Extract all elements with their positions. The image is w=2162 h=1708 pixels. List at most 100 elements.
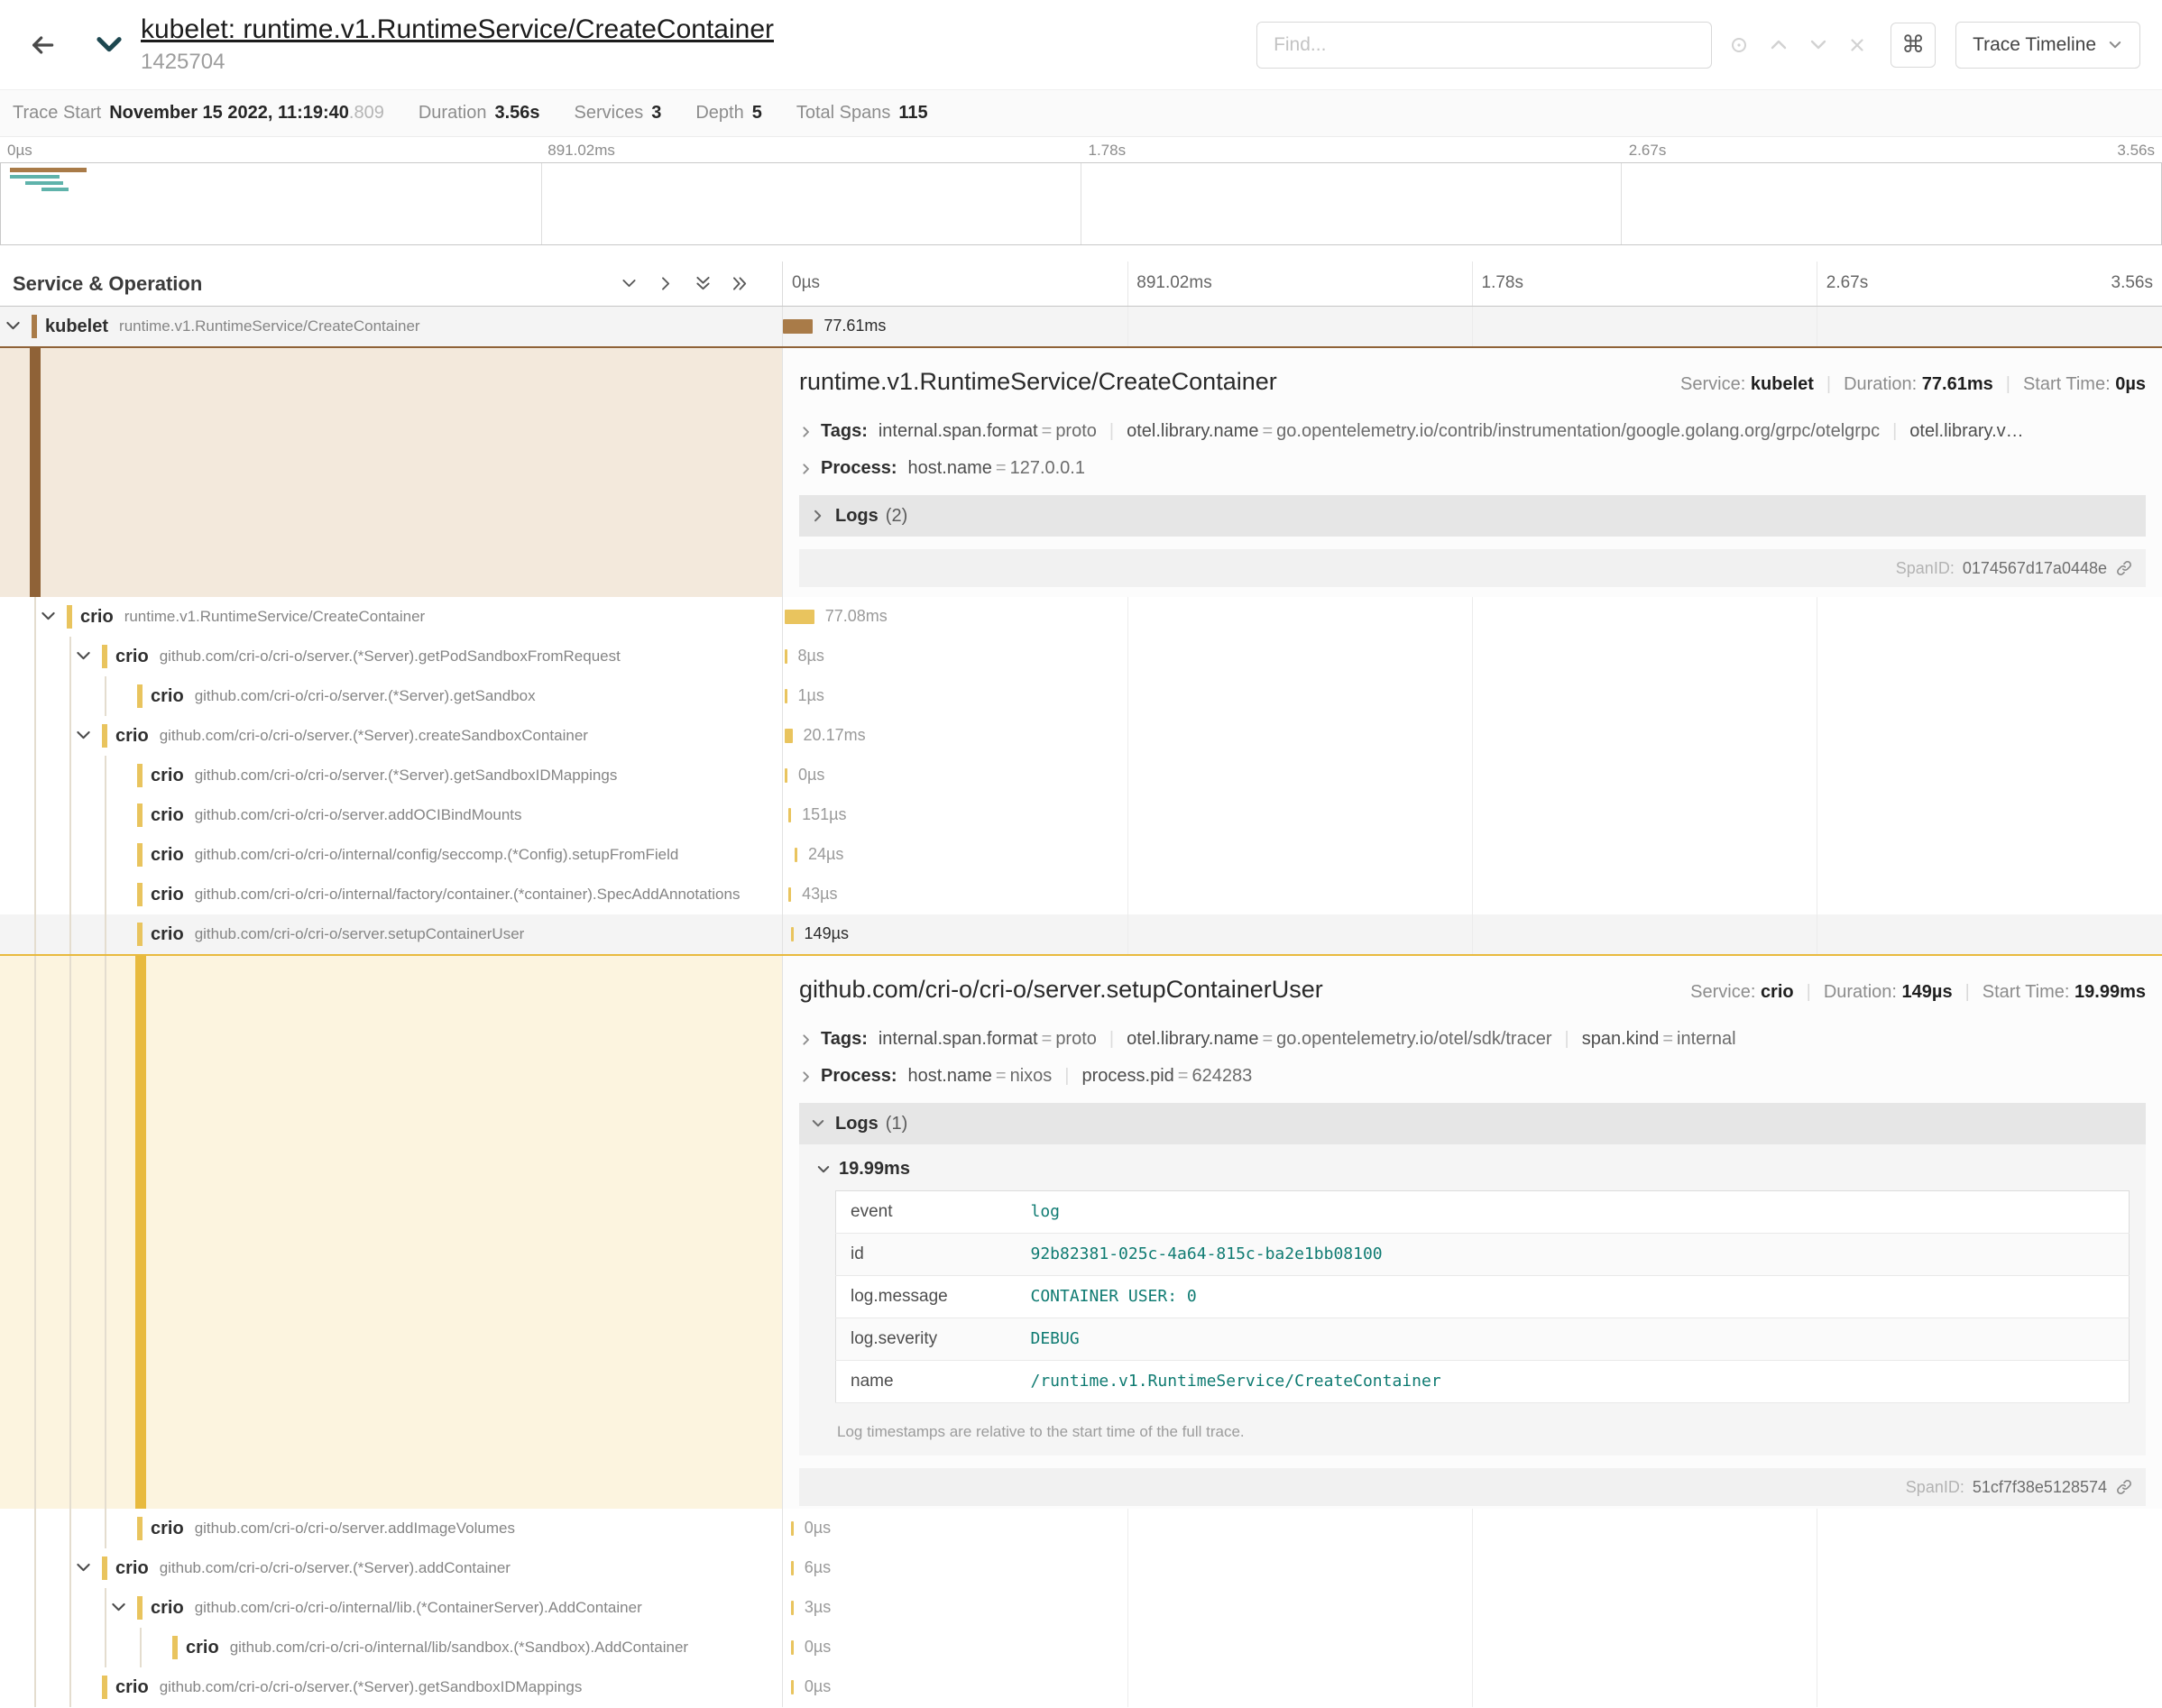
span-name-cell[interactable]: crio github.com/cri-o/cri-o/internal/lib… (0, 1588, 783, 1628)
find-navigation (1728, 34, 1867, 56)
span-timeline-cell[interactable]: 3µs (783, 1588, 2162, 1628)
process-accordion[interactable]: Process:host.name=127.0.0.1 (799, 458, 2146, 479)
span-name-cell[interactable]: crio github.com/cri-o/cri-o/internal/lib… (0, 1628, 783, 1667)
span-bar[interactable] (791, 1561, 794, 1575)
process-accordion[interactable]: Process:host.name=nixos|process.pid=6242… (799, 1066, 2146, 1087)
operation-name: github.com/cri-o/cri-o/server.(*Server).… (195, 687, 536, 705)
span-duration-label: 0µs (805, 1519, 831, 1538)
span-bar[interactable] (785, 689, 787, 703)
span-timeline-cell[interactable]: 20.17ms (783, 716, 2162, 756)
span-row[interactable]: crio github.com/cri-o/cri-o/internal/lib… (0, 1628, 2162, 1667)
span-name-cell[interactable]: crio github.com/cri-o/cri-o/server.(*Ser… (0, 1548, 783, 1588)
span-bar[interactable] (791, 927, 794, 941)
expand-all-icon[interactable] (731, 274, 750, 293)
span-timeline-cell[interactable]: 77.08ms (783, 597, 2162, 637)
span-bar[interactable] (788, 808, 791, 822)
span-bar[interactable] (785, 729, 793, 743)
span-row[interactable]: crio github.com/cri-o/cri-o/server.addIm… (0, 1509, 2162, 1548)
keyboard-shortcuts-button[interactable]: ⌘ (1891, 23, 1936, 68)
copy-link-icon[interactable] (2115, 559, 2133, 577)
span-bar[interactable] (788, 887, 791, 902)
trace-header-collapse-button[interactable] (88, 24, 130, 66)
span-bar[interactable] (783, 319, 813, 334)
service-name: crio (151, 885, 184, 905)
span-timeline-cell[interactable]: 0µs (783, 756, 2162, 795)
collapse-all-icon[interactable] (694, 274, 713, 293)
trace-title[interactable]: kubelet: runtime.v1.RuntimeService/Creat… (141, 14, 774, 46)
span-name-cell[interactable]: crio github.com/cri-o/cri-o/server.(*Ser… (0, 716, 783, 756)
span-timeline-cell[interactable]: 0µs (783, 1628, 2162, 1667)
span-row[interactable]: crio github.com/cri-o/cri-o/internal/con… (0, 835, 2162, 875)
span-bar[interactable] (795, 848, 797, 862)
span-name-cell[interactable]: crio github.com/cri-o/cri-o/server.setup… (0, 914, 783, 954)
copy-link-icon[interactable] (2115, 1478, 2133, 1496)
span-row[interactable]: crio runtime.v1.RuntimeService/CreateCon… (0, 597, 2162, 637)
span-timeline-cell[interactable]: 6µs (783, 1548, 2162, 1588)
span-timeline-cell[interactable]: 77.61ms (783, 307, 2162, 346)
span-row[interactable]: kubelet runtime.v1.RuntimeService/Create… (0, 307, 2162, 346)
tags-accordion[interactable]: Tags:internal.span.format=proto|otel.lib… (799, 421, 2146, 442)
operation-name: github.com/cri-o/cri-o/server.(*Server).… (160, 647, 621, 666)
tags-accordion[interactable]: Tags:internal.span.format=proto|otel.lib… (799, 1029, 2146, 1050)
span-bar[interactable] (785, 649, 787, 664)
service-color-chip (172, 1636, 178, 1659)
span-name-cell[interactable]: crio github.com/cri-o/cri-o/server.addIm… (0, 1509, 783, 1548)
span-timeline-cell[interactable]: 8µs (783, 637, 2162, 676)
prev-match-icon[interactable] (1768, 34, 1789, 56)
back-button[interactable] (22, 24, 63, 66)
span-name-cell[interactable]: crio runtime.v1.RuntimeService/CreateCon… (0, 597, 783, 637)
span-row[interactable]: crio github.com/cri-o/cri-o/server.(*Ser… (0, 716, 2162, 756)
minimap[interactable] (0, 162, 2162, 245)
span-name-cell[interactable]: crio github.com/cri-o/cri-o/server.(*Ser… (0, 676, 783, 716)
expand-one-icon[interactable] (657, 274, 676, 293)
tag-item: process.pid=624283 (1081, 1066, 1252, 1087)
span-row[interactable]: crio github.com/cri-o/cri-o/server.(*Ser… (0, 1667, 2162, 1707)
span-duration-label: 20.17ms (804, 726, 866, 745)
span-row[interactable]: crio github.com/cri-o/cri-o/internal/fac… (0, 875, 2162, 914)
span-bar[interactable] (791, 1640, 794, 1655)
logs-accordion[interactable]: Logs(1) (799, 1103, 2146, 1144)
span-row[interactable]: crio github.com/cri-o/cri-o/server.(*Ser… (0, 756, 2162, 795)
selected-span-stripe (135, 956, 146, 1509)
span-row[interactable]: crio github.com/cri-o/cri-o/internal/lib… (0, 1588, 2162, 1628)
collapse-one-icon[interactable] (620, 274, 639, 293)
locate-icon[interactable] (1728, 34, 1750, 56)
trace-view-dropdown[interactable]: Trace Timeline (1955, 22, 2140, 69)
operation-name: github.com/cri-o/cri-o/server.(*Server).… (160, 1559, 511, 1577)
span-name-cell[interactable]: crio github.com/cri-o/cri-o/internal/con… (0, 835, 783, 875)
span-name-cell[interactable]: crio github.com/cri-o/cri-o/server.(*Ser… (0, 756, 783, 795)
span-bar[interactable] (791, 1601, 794, 1615)
summary-item: Depth5 (695, 103, 762, 124)
span-row[interactable]: crio github.com/cri-o/cri-o/server.(*Ser… (0, 1548, 2162, 1588)
span-name-cell[interactable]: crio github.com/cri-o/cri-o/server.(*Ser… (0, 1667, 783, 1707)
span-row[interactable]: crio github.com/cri-o/cri-o/server.(*Ser… (0, 637, 2162, 676)
span-name-cell[interactable]: kubelet runtime.v1.RuntimeService/Create… (0, 307, 783, 346)
span-bar[interactable] (785, 768, 787, 783)
service-color-chip (137, 764, 143, 787)
span-timeline-cell[interactable]: 151µs (783, 795, 2162, 835)
span-timeline-cell[interactable]: 1µs (783, 676, 2162, 716)
span-timeline-cell[interactable]: 149µs (783, 914, 2162, 954)
find-input[interactable] (1256, 22, 1712, 69)
span-timeline-cell[interactable]: 0µs (783, 1509, 2162, 1548)
span-bar[interactable] (791, 1521, 794, 1536)
clear-search-icon[interactable] (1847, 35, 1867, 55)
span-row[interactable]: crio github.com/cri-o/cri-o/server.(*Ser… (0, 676, 2162, 716)
span-bar[interactable] (791, 1680, 794, 1694)
span-row[interactable]: crio github.com/cri-o/cri-o/server.setup… (0, 914, 2162, 954)
span-name-cell[interactable]: crio github.com/cri-o/cri-o/server.(*Ser… (0, 637, 783, 676)
span-timeline-cell[interactable]: 43µs (783, 875, 2162, 914)
operation-name: github.com/cri-o/cri-o/server.(*Server).… (160, 727, 588, 745)
span-name-cell[interactable]: crio github.com/cri-o/cri-o/internal/fac… (0, 875, 783, 914)
span-timeline-cell[interactable]: 0µs (783, 1667, 2162, 1707)
log-entry-toggle[interactable]: 19.99ms (814, 1152, 2131, 1187)
tag-item: otel.library.name=go.opentelemetry.io/ot… (1127, 1029, 1551, 1050)
span-timeline-cell[interactable]: 24µs (783, 835, 2162, 875)
service-name: crio (151, 845, 184, 866)
minimap-span (41, 188, 69, 191)
span-name-cell[interactable]: crio github.com/cri-o/cri-o/server.addOC… (0, 795, 783, 835)
span-bar[interactable] (785, 610, 814, 624)
span-row[interactable]: crio github.com/cri-o/cri-o/server.addOC… (0, 795, 2162, 835)
next-match-icon[interactable] (1808, 34, 1829, 56)
logs-accordion[interactable]: Logs(2) (799, 495, 2146, 537)
